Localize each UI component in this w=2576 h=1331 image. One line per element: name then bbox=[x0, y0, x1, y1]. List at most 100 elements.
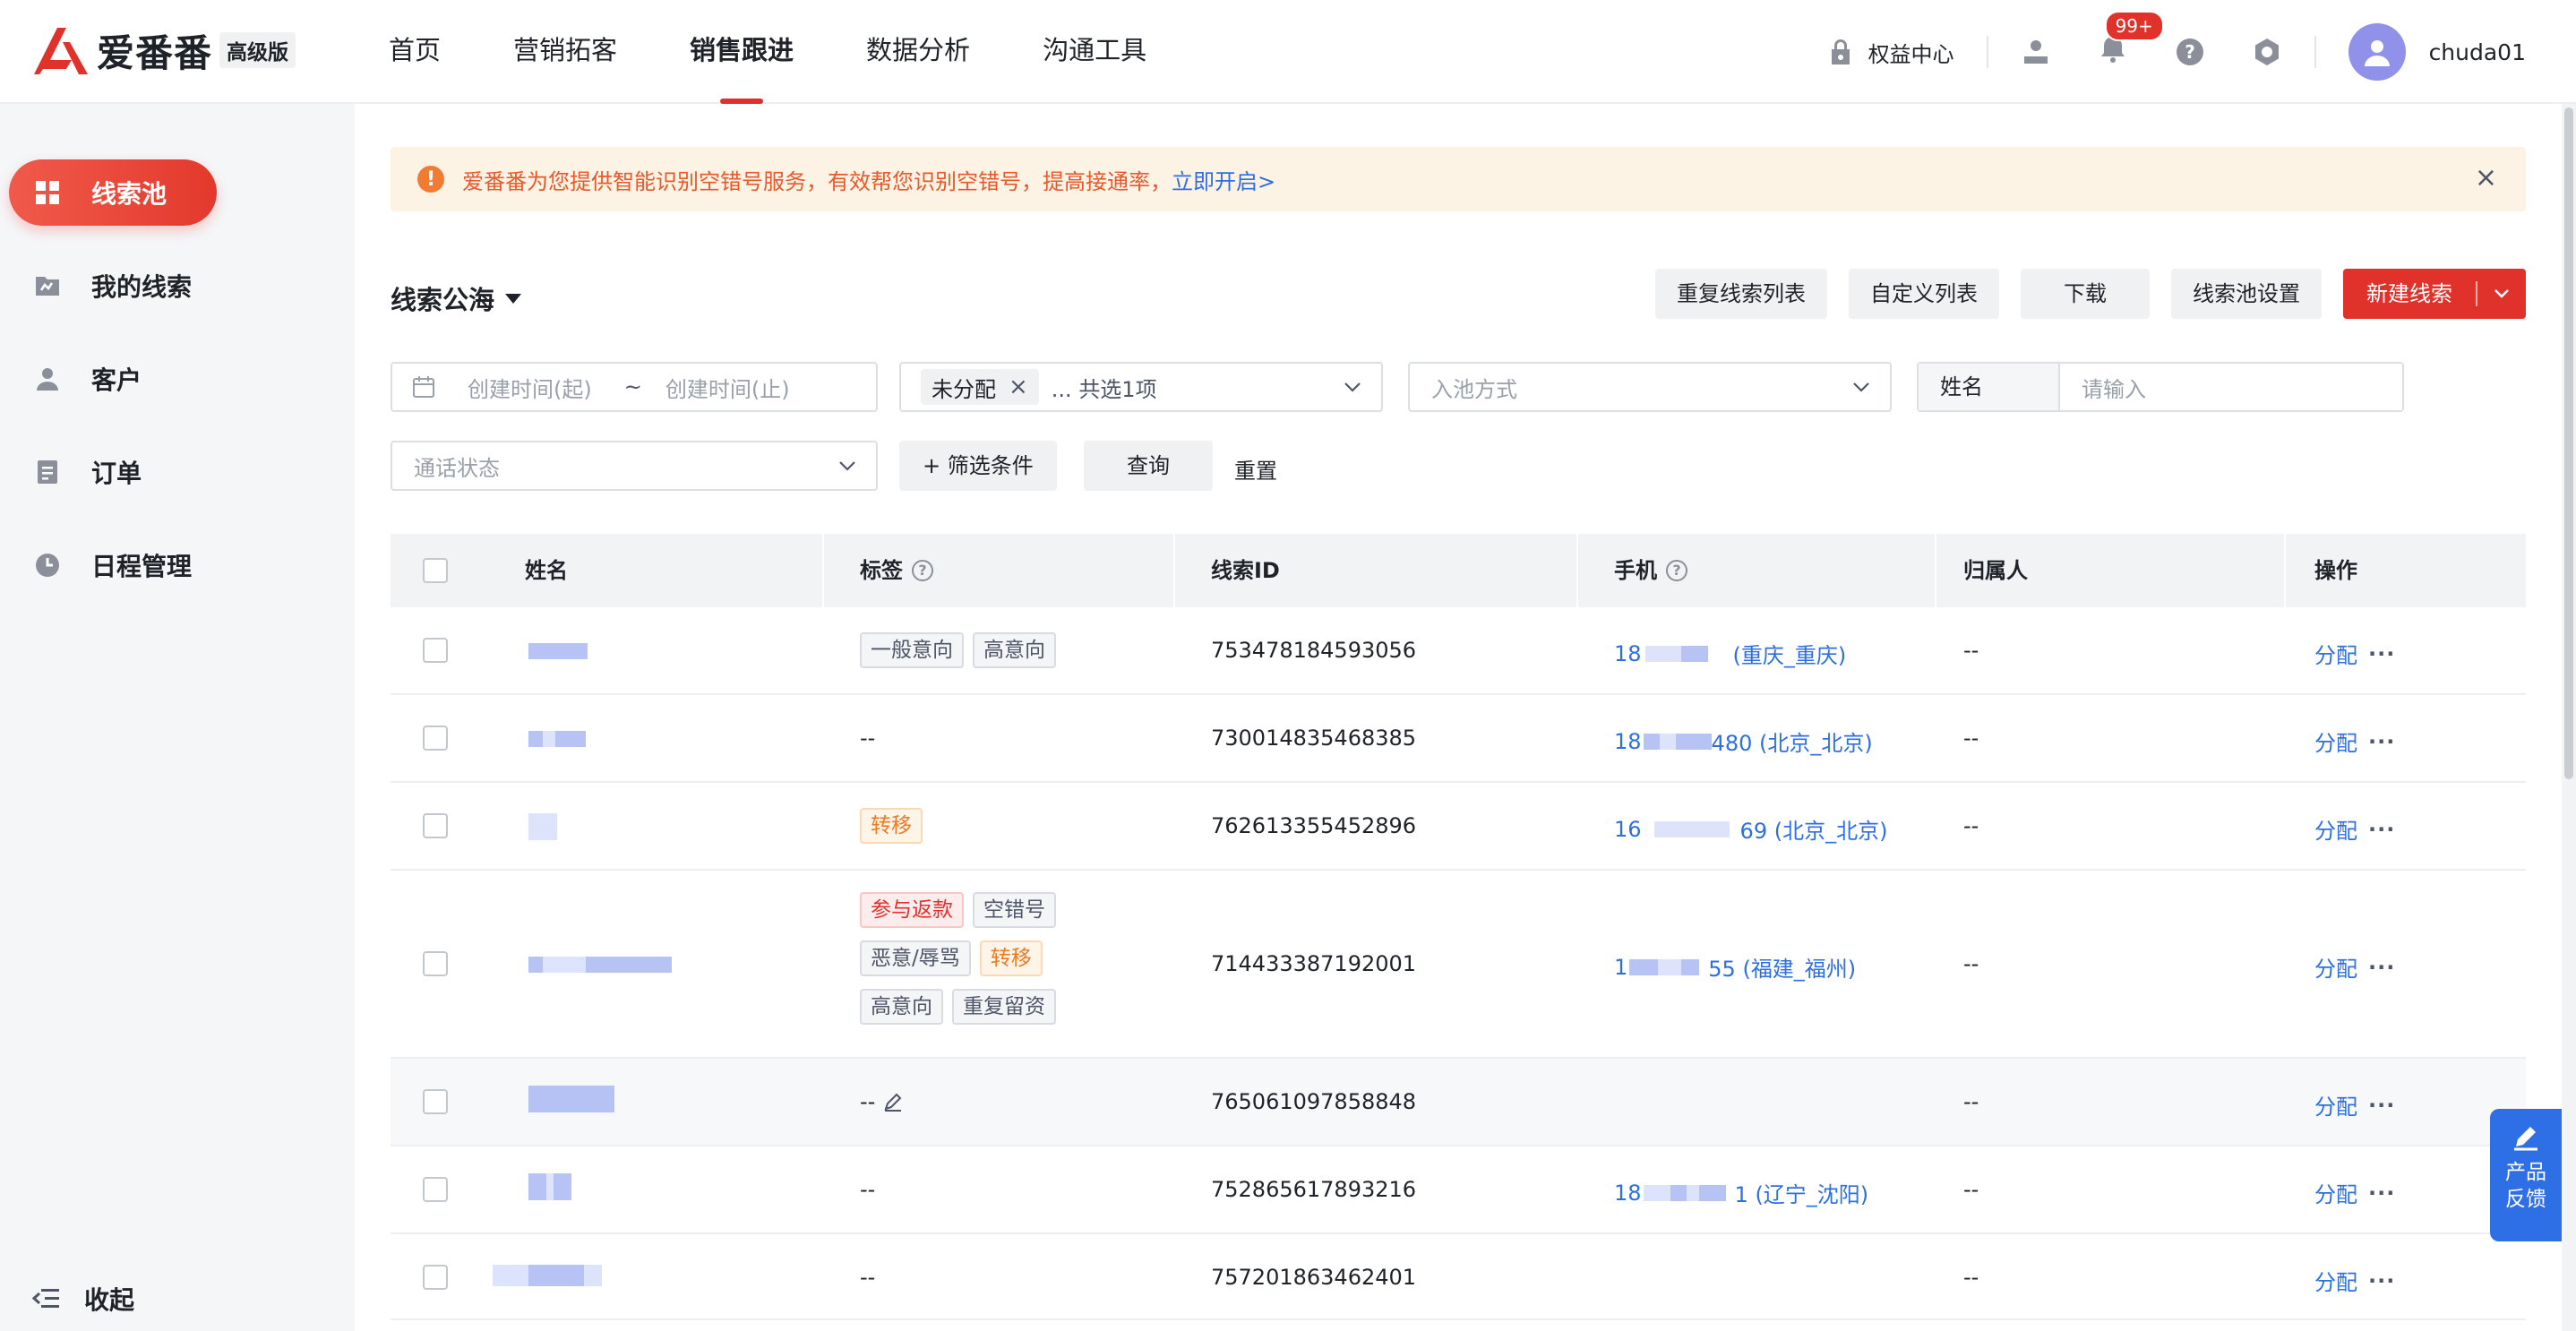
more-icon[interactable]: ··· bbox=[2368, 1181, 2395, 1206]
lead-id: 757201863462401 bbox=[1211, 1265, 1417, 1290]
nav-home[interactable]: 首页 bbox=[389, 0, 441, 104]
reset-button[interactable]: 重置 bbox=[1234, 453, 1277, 485]
notification-button[interactable]: 99+ bbox=[2098, 10, 2164, 71]
sidebar-item-orders[interactable]: 订单 bbox=[9, 439, 217, 505]
assign-button[interactable]: 分配 bbox=[2314, 1177, 2357, 1208]
grid-icon bbox=[36, 181, 59, 204]
created-time-range[interactable]: 创建时间(起) ~ 创建时间(止) bbox=[391, 362, 878, 412]
row-checkbox[interactable] bbox=[423, 813, 448, 838]
assign-button[interactable]: 分配 bbox=[2314, 1265, 2357, 1296]
row-checkbox[interactable] bbox=[423, 1089, 448, 1114]
brand-name: 爱番番 bbox=[97, 30, 213, 75]
more-icon[interactable]: ··· bbox=[2368, 641, 2395, 666]
help-icon[interactable]: ? bbox=[2175, 37, 2205, 67]
phone-prefix: 18 bbox=[1614, 1180, 1642, 1206]
remove-chip-icon[interactable]: × bbox=[1009, 374, 1028, 400]
tag: 转移 bbox=[979, 940, 1043, 976]
table-row[interactable]: -- 752865617893216 18 1 (辽宁_沈阳) -- 分配 ··… bbox=[391, 1146, 2526, 1234]
call-status-select[interactable]: 通话状态 bbox=[391, 441, 878, 491]
row-checkbox[interactable] bbox=[423, 1177, 448, 1202]
lead-name-masked[interactable] bbox=[528, 1086, 614, 1112]
help-icon[interactable]: ? bbox=[1666, 560, 1687, 581]
sidebar-collapse-button[interactable]: 收起 bbox=[32, 1281, 134, 1317]
assign-button[interactable]: 分配 bbox=[2314, 638, 2357, 669]
rights-center-link[interactable]: 权益中心 bbox=[1825, 37, 1954, 68]
pool-method-select[interactable]: 入池方式 bbox=[1408, 362, 1892, 412]
phone-location: 480 (北京_北京) bbox=[1711, 731, 1873, 756]
lead-phone[interactable]: 16 69 (北京_北京) bbox=[1614, 813, 1887, 845]
lead-name-masked[interactable] bbox=[528, 1173, 571, 1200]
lead-name-masked[interactable] bbox=[528, 813, 557, 840]
table-row[interactable]: -- 765061097858848 -- 分配 ··· bbox=[391, 1059, 2526, 1146]
sidebar-item-lead-pool[interactable]: 线索池 bbox=[9, 159, 217, 226]
row-checkbox[interactable] bbox=[423, 1265, 448, 1290]
lead-name-masked[interactable] bbox=[493, 1265, 602, 1286]
nav-marketing[interactable]: 营销拓客 bbox=[513, 0, 617, 104]
table-row[interactable]: -- 757201863462401 -- 分配 ··· bbox=[391, 1234, 2526, 1320]
row-checkbox[interactable] bbox=[423, 951, 448, 976]
column-divider bbox=[1173, 534, 1175, 607]
pool-settings-button[interactable]: 线索池设置 bbox=[2171, 269, 2322, 319]
nav-sales-follow[interactable]: 销售跟进 bbox=[690, 0, 794, 104]
user-card-icon[interactable] bbox=[2021, 37, 2051, 67]
custom-list-button[interactable]: 自定义列表 bbox=[1849, 269, 1999, 319]
more-icon[interactable]: ··· bbox=[2368, 729, 2395, 754]
brand-logo[interactable]: 爱番番 高级版 bbox=[30, 21, 296, 79]
edit-icon[interactable] bbox=[882, 1091, 904, 1112]
col-name: 姓名 bbox=[525, 558, 568, 583]
assign-button[interactable]: 分配 bbox=[2314, 951, 2357, 983]
row-checkbox[interactable] bbox=[423, 638, 448, 663]
lead-phone[interactable]: 18 480 (北京_北京) bbox=[1614, 726, 1873, 757]
username: chuda01 bbox=[2428, 39, 2526, 65]
nav-analytics[interactable]: 数据分析 bbox=[866, 0, 970, 104]
sidebar-item-my-leads[interactable]: 我的线索 bbox=[9, 253, 217, 319]
sidebar-item-schedule[interactable]: 日程管理 bbox=[9, 532, 217, 598]
lead-id: 714433387192001 bbox=[1211, 951, 1417, 976]
assign-status-select[interactable]: 未分配 × ... 共选1项 bbox=[899, 362, 1383, 412]
settings-icon[interactable] bbox=[2252, 37, 2282, 67]
table-row[interactable]: 一般意向 高意向 753478184593056 18 (重庆_重庆) -- 分… bbox=[391, 607, 2526, 695]
help-icon[interactable]: ? bbox=[912, 560, 933, 581]
user-menu[interactable]: chuda01 bbox=[2348, 23, 2526, 81]
pool-selector[interactable]: 线索公海 bbox=[391, 279, 522, 317]
name-search-input[interactable]: 请输入 bbox=[2082, 372, 2146, 403]
date-start-input[interactable]: 创建时间(起) bbox=[468, 372, 592, 403]
lead-phone[interactable]: 18 (重庆_重庆) bbox=[1614, 638, 1846, 669]
lead-name-masked[interactable] bbox=[528, 643, 588, 659]
table-row[interactable]: -- 730014835468385 18 480 (北京_北京) -- 分配 … bbox=[391, 695, 2526, 783]
duplicate-leads-button[interactable]: 重复线索列表 bbox=[1655, 269, 1827, 319]
tag: 转移 bbox=[860, 808, 923, 844]
close-icon[interactable]: × bbox=[2475, 165, 2497, 192]
more-icon[interactable]: ··· bbox=[2368, 1093, 2395, 1118]
sidebar-item-customers[interactable]: 客户 bbox=[9, 346, 217, 412]
assign-button[interactable]: 分配 bbox=[2314, 813, 2357, 845]
product-feedback-button[interactable]: 产品 反馈 bbox=[2490, 1109, 2562, 1241]
lead-phone[interactable]: 1 55 (福建_福州) bbox=[1614, 951, 1856, 983]
tag: 高意向 bbox=[860, 989, 943, 1025]
add-filter-button[interactable]: + 筛选条件 bbox=[899, 441, 1057, 491]
row-checkbox[interactable] bbox=[423, 726, 448, 751]
lead-name-masked[interactable] bbox=[528, 731, 586, 747]
new-lead-button[interactable]: 新建线索 bbox=[2343, 269, 2526, 319]
lead-name-masked[interactable] bbox=[528, 957, 672, 973]
lead-phone[interactable]: 18 1 (辽宁_沈阳) bbox=[1614, 1177, 1868, 1208]
assign-button[interactable]: 分配 bbox=[2314, 1089, 2357, 1121]
nav-communication[interactable]: 沟通工具 bbox=[1043, 0, 1146, 104]
calendar-icon bbox=[413, 376, 434, 398]
phone-prefix: 1 bbox=[1614, 954, 1628, 980]
more-icon[interactable]: ··· bbox=[2368, 1268, 2395, 1293]
scrollbar-thumb[interactable] bbox=[2564, 107, 2573, 779]
lead-id: 753478184593056 bbox=[1211, 638, 1417, 663]
download-button[interactable]: 下载 bbox=[2021, 269, 2150, 319]
table-row[interactable]: 参与返款 空错号 恶意/辱骂 转移 高意向 重复留资 714433387192001 … bbox=[391, 871, 2526, 1059]
document-icon bbox=[38, 460, 57, 484]
more-icon[interactable]: ··· bbox=[2368, 955, 2395, 980]
more-icon[interactable]: ··· bbox=[2368, 817, 2395, 842]
new-lead-dropdown[interactable] bbox=[2477, 269, 2526, 319]
query-button[interactable]: 查询 bbox=[1084, 441, 1213, 491]
table-row[interactable]: 转移 762613355452896 16 69 (北京_北京) -- 分配 ·… bbox=[391, 783, 2526, 871]
select-all-checkbox[interactable] bbox=[423, 558, 448, 583]
notice-enable-link[interactable]: 立即开启> bbox=[1172, 164, 1275, 195]
date-end-input[interactable]: 创建时间(止) bbox=[665, 372, 790, 403]
assign-button[interactable]: 分配 bbox=[2314, 726, 2357, 757]
